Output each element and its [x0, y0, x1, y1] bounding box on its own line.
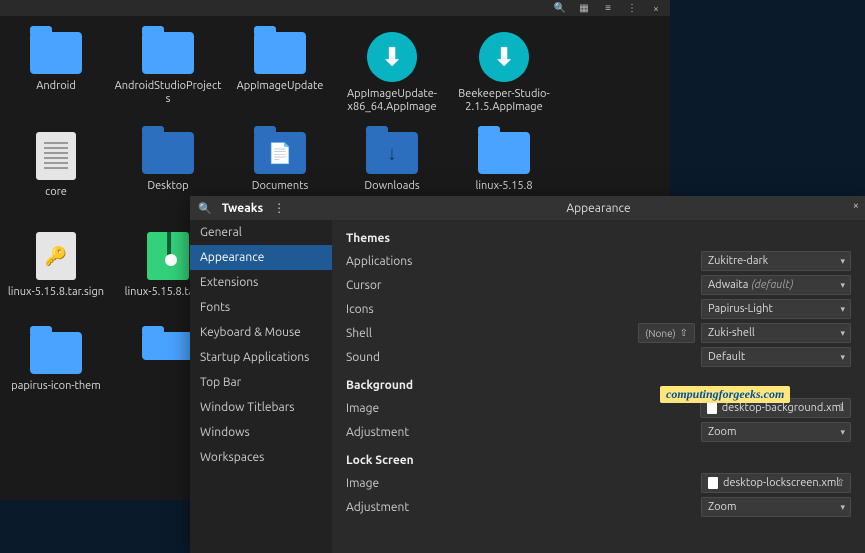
cursor-combo[interactable]: Adwaita (default): [701, 275, 851, 295]
file-label: papirus-icon-them: [9, 380, 102, 393]
sidebar-item-extensions[interactable]: Extensions: [190, 270, 332, 295]
appimage-icon: ⬇: [479, 32, 529, 82]
panel-title: Appearance: [332, 202, 865, 215]
file-label: Downloads: [362, 180, 421, 193]
folder-icon: ↓: [366, 132, 418, 174]
shell-combo[interactable]: Zuki-shell: [701, 323, 851, 343]
folder-icon: 📄: [254, 132, 306, 174]
lockscreen-adjustment-row: Adjustment Zoom: [346, 495, 851, 519]
sidebar-item-top-bar[interactable]: Top Bar: [190, 370, 332, 395]
theme-row-sound: Sound Default: [346, 345, 851, 369]
view-grid-icon[interactable]: ▦: [576, 2, 592, 14]
close-icon[interactable]: ×: [853, 200, 859, 212]
upload-icon: ⇧: [680, 327, 688, 339]
tweaks-window: 🔍 Tweaks ⋮ Appearance × GeneralAppearanc…: [190, 196, 865, 553]
row-label: Sound: [346, 351, 380, 364]
folder-icon: [30, 32, 82, 74]
file-label: AndroidStudioProjects: [112, 80, 224, 105]
file-item[interactable]: core: [0, 126, 112, 226]
appimage-icon: ⬇: [367, 32, 417, 82]
row-label: Adjustment: [346, 426, 409, 439]
row-label: Image: [346, 402, 379, 415]
file-label: Android: [34, 80, 78, 93]
file-label: Desktop: [145, 180, 190, 193]
file-icon: [707, 402, 717, 414]
hamburger-icon[interactable]: ⋮: [624, 2, 640, 14]
row-label: Adjustment: [346, 501, 409, 514]
file-label: AppImageUpdate-x86_64.AppImage: [336, 88, 448, 113]
file-label: Beekeeper-Studio-2.1.5.AppImage: [448, 88, 560, 113]
sidebar-item-windows[interactable]: Windows: [190, 420, 332, 445]
file-item[interactable]: papirus-icon-them: [0, 326, 112, 426]
signature-file-icon: 🔑: [36, 232, 76, 280]
sidebar-item-appearance[interactable]: Appearance: [190, 245, 332, 270]
row-label: Shell: [346, 327, 372, 340]
shell-none-button[interactable]: (None) ⇧: [638, 323, 695, 343]
sidebar-item-workspaces[interactable]: Workspaces: [190, 445, 332, 470]
theme-row-shell: Shell (None) ⇧ Zuki-shell: [346, 321, 851, 345]
background-adjustment-row: Adjustment Zoom: [346, 420, 851, 444]
file-item[interactable]: ⬇ AppImageUpdate-x86_64.AppImage: [336, 26, 448, 126]
section-themes: Themes: [346, 232, 851, 245]
upload-icon: ⇧: [837, 402, 845, 414]
sidebar-item-fonts[interactable]: Fonts: [190, 295, 332, 320]
file-label: Documents: [250, 180, 311, 193]
file-label: core: [43, 186, 69, 199]
upload-icon: ⇧: [837, 477, 845, 489]
text-file-icon: [36, 132, 76, 180]
file-manager-toolbar: 🔍 ▦ ≡ ⋮ ×: [0, 0, 670, 16]
sound-combo[interactable]: Default: [701, 347, 851, 367]
file-item[interactable]: Android: [0, 26, 112, 126]
search-icon[interactable]: 🔍: [552, 2, 568, 14]
file-item[interactable]: ⬇ Beekeeper-Studio-2.1.5.AppImage: [448, 26, 560, 126]
background-adjustment-combo[interactable]: Zoom: [701, 422, 851, 442]
theme-row-applications: Applications Zukitre-dark: [346, 249, 851, 273]
lockscreen-image-chooser[interactable]: desktop-lockscreen.xml ⇧: [701, 473, 851, 493]
file-item[interactable]: 🔑 linux-5.15.8.tar.sign: [0, 226, 112, 326]
lockscreen-image-row: Image desktop-lockscreen.xml ⇧: [346, 471, 851, 495]
close-icon[interactable]: ×: [648, 2, 664, 14]
tweaks-sidebar: GeneralAppearanceExtensionsFontsKeyboard…: [190, 220, 332, 553]
applications-combo[interactable]: Zukitre-dark: [701, 251, 851, 271]
folder-icon: [142, 332, 194, 360]
folder-icon: [142, 132, 194, 174]
sidebar-item-general[interactable]: General: [190, 220, 332, 245]
tweaks-titlebar: 🔍 Tweaks ⋮ Appearance ×: [190, 196, 865, 220]
row-label: Cursor: [346, 279, 381, 292]
folder-icon: [30, 332, 82, 374]
search-icon[interactable]: 🔍: [198, 202, 212, 215]
file-label: linux-5.15.8.tar.sign: [6, 286, 106, 299]
file-item[interactable]: AppImageUpdate: [224, 26, 336, 126]
section-lockscreen: Lock Screen: [346, 454, 851, 467]
row-label: Icons: [346, 303, 374, 316]
view-list-icon[interactable]: ≡: [600, 2, 616, 14]
file-item[interactable]: AndroidStudioProjects: [112, 26, 224, 126]
sidebar-item-keyboard-mouse[interactable]: Keyboard & Mouse: [190, 320, 332, 345]
folder-icon: [142, 32, 194, 74]
window-title: Tweaks: [222, 202, 263, 215]
theme-row-cursor: Cursor Adwaita (default): [346, 273, 851, 297]
watermark: computingforgeeks.com: [660, 386, 790, 403]
row-label: Applications: [346, 255, 412, 268]
sidebar-item-startup-applications[interactable]: Startup Applications: [190, 345, 332, 370]
file-label: AppImageUpdate: [235, 80, 326, 93]
sidebar-item-window-titlebars[interactable]: Window Titlebars: [190, 395, 332, 420]
row-label: Image: [346, 477, 379, 490]
file-label: linux-5.15.8: [473, 180, 534, 193]
folder-icon: [478, 132, 530, 174]
lockscreen-adjustment-combo[interactable]: Zoom: [701, 497, 851, 517]
theme-row-icons: Icons Papirus-Light: [346, 297, 851, 321]
icons-combo[interactable]: Papirus-Light: [701, 299, 851, 319]
folder-icon: [254, 32, 306, 74]
file-icon: [708, 477, 718, 489]
archive-icon: [147, 232, 189, 280]
menu-icon[interactable]: ⋮: [273, 201, 285, 215]
